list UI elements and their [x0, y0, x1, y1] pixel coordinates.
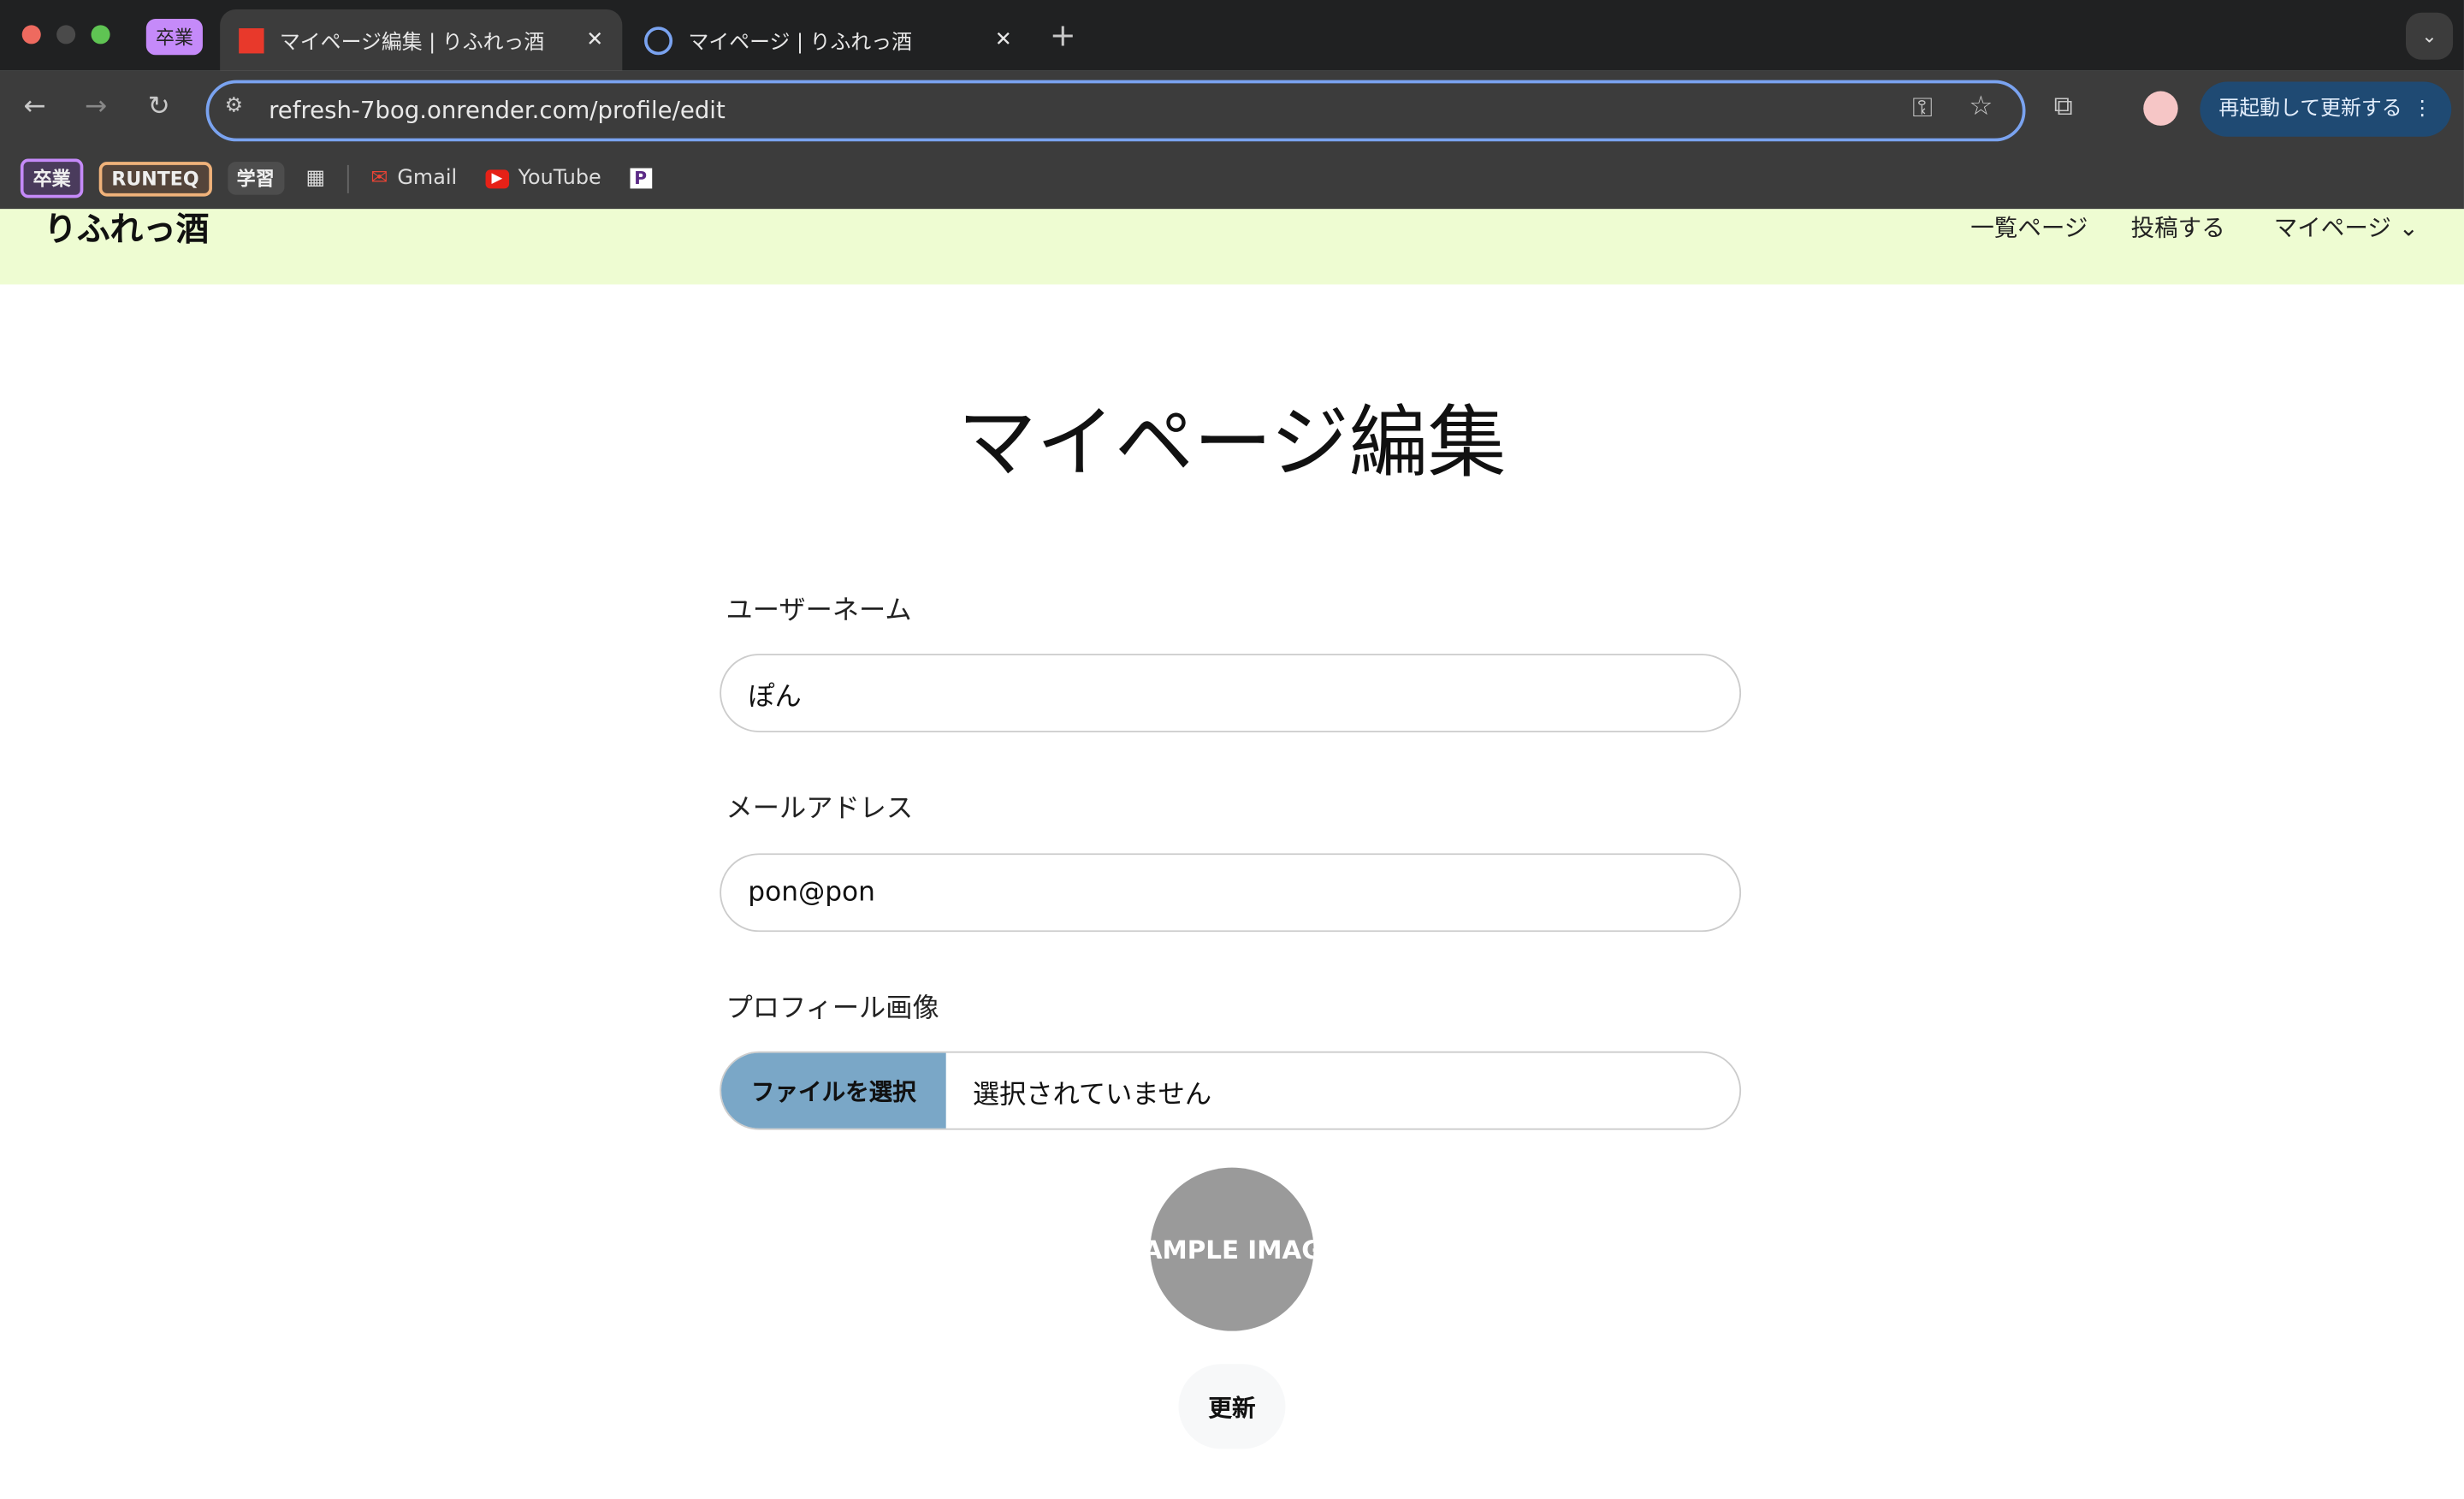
nav-index[interactable]: 一覧ページ: [1970, 210, 2088, 244]
address-bar[interactable]: ⚙ refresh-7bog.onrender.com/profile/edit…: [205, 80, 2026, 142]
youtube-icon: ▶: [485, 169, 509, 188]
new-tab-icon[interactable]: +: [1050, 15, 1076, 53]
tab-title: マイページ編集 | りふれっ酒: [279, 31, 545, 56]
star-icon[interactable]: ☆: [1969, 92, 1993, 123]
tab-active[interactable]: マイページ編集 | りふれっ酒 ✕: [220, 9, 623, 71]
url-text[interactable]: refresh-7bog.onrender.com/profile/edit: [269, 96, 726, 124]
email-input[interactable]: pon@pon: [720, 853, 1742, 933]
file-status: 選択されていません: [972, 1078, 1212, 1111]
site-settings-icon[interactable]: ⚙: [225, 94, 243, 118]
reload-icon[interactable]: ↻: [148, 92, 170, 123]
tab-title: マイページ | りふれっ酒: [688, 31, 913, 56]
divider: [346, 163, 349, 193]
tab-search-icon[interactable]: ⌄: [2405, 12, 2454, 60]
bookmark-folder-study[interactable]: 学習: [227, 162, 284, 195]
username-label: ユーザーネーム: [726, 595, 912, 627]
username-input[interactable]: ぽん: [720, 654, 1742, 732]
bookmark-folder-graduation[interactable]: 卒業: [20, 158, 84, 198]
bookmark-youtube[interactable]: YouTube: [518, 167, 601, 191]
extensions-icon[interactable]: ⧉: [2054, 92, 2073, 123]
nav-post[interactable]: 投稿する: [2131, 210, 2225, 244]
tab-inactive[interactable]: マイページ | りふれっ酒 ✕: [629, 9, 1031, 71]
close-tab-icon[interactable]: ✕: [586, 28, 603, 52]
forward-icon[interactable]: →: [85, 92, 107, 123]
site-logo[interactable]: りふれっ酒: [44, 204, 209, 252]
update-button[interactable]: 再起動して更新する ⋮: [2200, 81, 2452, 137]
tab-group-chip[interactable]: 卒業: [145, 19, 203, 56]
back-icon[interactable]: ←: [24, 92, 46, 123]
close-tab-icon[interactable]: ✕: [995, 28, 1012, 52]
favicon-icon: [239, 27, 264, 53]
email-label: メールアドレス: [726, 793, 914, 826]
nav-mypage-label: マイページ: [2273, 213, 2391, 242]
site-header: [0, 209, 2464, 285]
choose-file-button[interactable]: ファイルを選択: [721, 1052, 946, 1129]
avatar-placeholder-text: SAMPLE IMAGE: [1150, 1234, 1313, 1265]
key-icon[interactable]: ⚿: [1912, 92, 1933, 124]
chevron-down-icon: ⌄: [2398, 213, 2419, 242]
maximize-window-button[interactable]: [91, 25, 110, 44]
update-submit-button[interactable]: 更新: [1178, 1364, 1286, 1449]
update-label: 再起動して更新する: [2218, 97, 2402, 121]
apps-grid-icon[interactable]: ▦: [306, 167, 326, 191]
avatar[interactable]: [2143, 91, 2178, 126]
bookmark-folder-runteq[interactable]: RUNTEQ: [98, 161, 212, 196]
profile-image-label: プロフィール画像: [726, 992, 939, 1025]
page-title: マイページ編集: [957, 397, 1507, 489]
gmail-icon: ✉: [370, 166, 388, 191]
profile-image-file-input[interactable]: ファイルを選択 選択されていません: [720, 1051, 1742, 1130]
close-window-button[interactable]: [21, 25, 41, 44]
favicon-icon: [644, 26, 673, 55]
avatar-preview: SAMPLE IMAGE: [1150, 1167, 1314, 1331]
menu-icon[interactable]: ⋮: [2412, 82, 2432, 137]
bookmark-app-icon[interactable]: P: [629, 168, 652, 189]
minimize-window-button[interactable]: [56, 25, 76, 44]
nav-mypage-dropdown[interactable]: マイページ ⌄: [2274, 210, 2419, 244]
bookmark-gmail[interactable]: Gmail: [397, 167, 457, 191]
